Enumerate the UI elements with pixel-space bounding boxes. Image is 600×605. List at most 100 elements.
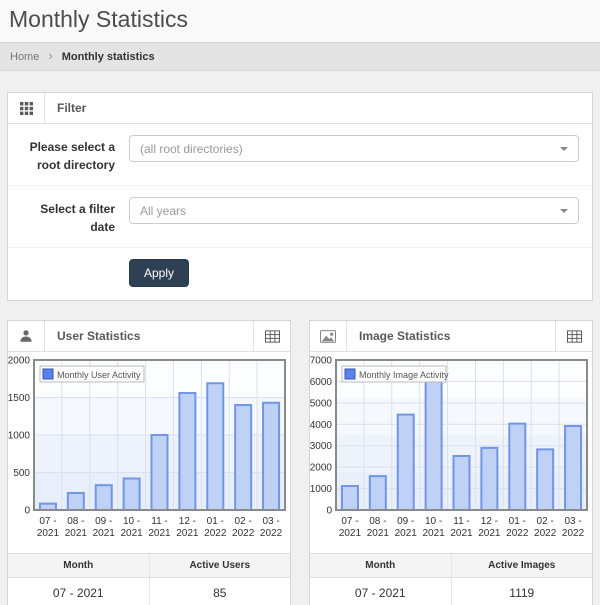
legend-swatch	[43, 369, 53, 379]
x-tick-label: 2021	[65, 528, 88, 539]
user-statistics-header: User Statistics	[8, 321, 290, 352]
y-tick-label: 1000	[310, 484, 332, 495]
table-cell: 07 - 2021	[310, 578, 451, 605]
main-content: Filter Please select a root directory (a…	[0, 92, 600, 605]
bar-chart-svg: 0100020003000400050006000700007 -202108 …	[310, 355, 592, 547]
x-tick-label: 2021	[176, 528, 199, 539]
grid-icon	[8, 93, 45, 123]
x-tick-label: 11 -	[453, 516, 470, 527]
filter-date-select[interactable]: All years	[129, 197, 579, 224]
x-tick-label: 2022	[562, 528, 585, 539]
y-tick-label: 4000	[310, 420, 332, 431]
bar	[509, 424, 525, 510]
filter-date-label: Select a filter date	[16, 197, 115, 236]
bar	[398, 415, 414, 510]
breadcrumb-home-link[interactable]: Home	[10, 51, 39, 63]
x-tick-label: 2022	[204, 528, 227, 539]
user-statistics-table: MonthActive Users07 - 20218508 - 2021227…	[8, 553, 290, 605]
x-tick-label: 2021	[367, 528, 390, 539]
table-icon[interactable]	[253, 321, 290, 351]
table-header-cell: Month	[310, 554, 451, 578]
x-tick-label: 2021	[120, 528, 143, 539]
chevron-right-icon: ›	[48, 49, 52, 64]
filter-panel-title: Filter	[45, 93, 592, 123]
apply-row: Apply	[8, 248, 592, 300]
user-statistics-title: User Statistics	[45, 321, 253, 351]
root-directory-select-value: (all root directories)	[140, 142, 243, 156]
x-tick-label: 2021	[450, 528, 473, 539]
x-tick-label: 02 -	[235, 516, 252, 527]
x-tick-label: 10 -	[425, 516, 442, 527]
x-tick-label: 09 -	[95, 516, 112, 527]
table-header-cell: Active Users	[149, 554, 290, 578]
x-tick-label: 08 -	[67, 516, 84, 527]
bar	[235, 405, 251, 510]
page-title: Monthly Statistics	[9, 6, 590, 33]
filter-date-row: Select a filter date All years	[8, 186, 592, 248]
x-tick-label: 01 -	[207, 516, 224, 527]
table-row: 07 - 20211119	[310, 578, 592, 605]
apply-button[interactable]: Apply	[129, 259, 189, 287]
y-tick-label: 2000	[310, 463, 332, 474]
y-tick-label: 6000	[310, 377, 332, 388]
bar	[124, 479, 140, 511]
x-tick-label: 07 -	[341, 516, 358, 527]
image-activity-chart: 0100020003000400050006000700007 -202108 …	[310, 352, 592, 547]
y-tick-label: 0	[326, 506, 332, 517]
x-tick-label: 02 -	[537, 516, 554, 527]
table-cell: 07 - 2021	[8, 578, 149, 605]
x-tick-label: 2022	[506, 528, 529, 539]
y-tick-label: 1000	[8, 431, 30, 442]
image-statistics-table: MonthActive Images07 - 2021111908 - 2021…	[310, 553, 592, 605]
table-header-row: MonthActive Users	[8, 554, 290, 578]
x-tick-label: 2021	[422, 528, 445, 539]
filter-date-select-value: All years	[140, 204, 186, 218]
table-icon[interactable]	[555, 321, 592, 351]
table-row: 07 - 202185	[8, 578, 290, 605]
x-tick-label: 2021	[37, 528, 60, 539]
page-header: Monthly Statistics	[0, 0, 600, 42]
x-tick-label: 07 -	[39, 516, 56, 527]
bar	[342, 486, 358, 510]
y-tick-label: 0	[24, 506, 30, 517]
table-header-row: MonthActive Images	[310, 554, 592, 578]
filter-panel: Filter Please select a root directory (a…	[7, 92, 593, 301]
root-directory-row: Please select a root directory (all root…	[8, 124, 592, 186]
y-tick-label: 1500	[8, 393, 30, 404]
y-tick-label: 5000	[310, 398, 332, 409]
chevron-down-icon	[560, 209, 568, 213]
table-cell: 1119	[451, 578, 592, 605]
x-tick-label: 03 -	[564, 516, 581, 527]
breadcrumb: Home › Monthly statistics	[0, 42, 600, 71]
x-tick-label: 2021	[339, 528, 362, 539]
bar	[68, 493, 84, 510]
x-tick-label: 2021	[148, 528, 171, 539]
bar	[207, 383, 223, 510]
root-directory-select[interactable]: (all root directories)	[129, 135, 579, 162]
bar	[152, 435, 168, 510]
user-activity-chart: 050010001500200007 -202108 -202109 -2021…	[8, 352, 290, 547]
image-statistics-header: Image Statistics	[310, 321, 592, 352]
user-icon	[8, 321, 45, 351]
x-tick-label: 01 -	[509, 516, 526, 527]
bar	[454, 456, 470, 510]
legend-label: Monthly User Activity	[57, 370, 141, 380]
image-statistics-title: Image Statistics	[347, 321, 555, 351]
root-directory-label: Please select a root directory	[16, 135, 115, 174]
stats-row: User Statistics 050010001500200007 -2021…	[7, 320, 593, 605]
x-tick-label: 08 -	[369, 516, 386, 527]
bar	[426, 377, 442, 510]
bar	[179, 393, 195, 510]
bar	[96, 485, 112, 510]
legend-swatch	[345, 369, 355, 379]
bar	[565, 426, 581, 510]
x-tick-label: 2021	[478, 528, 501, 539]
table-header-cell: Month	[8, 554, 149, 578]
table-cell: 85	[149, 578, 290, 605]
bar	[263, 403, 279, 510]
y-tick-label: 3000	[310, 441, 332, 452]
table-header-cell: Active Images	[451, 554, 592, 578]
x-tick-label: 03 -	[262, 516, 279, 527]
legend-label: Monthly Image Activity	[359, 370, 449, 380]
x-tick-label: 12 -	[481, 516, 498, 527]
